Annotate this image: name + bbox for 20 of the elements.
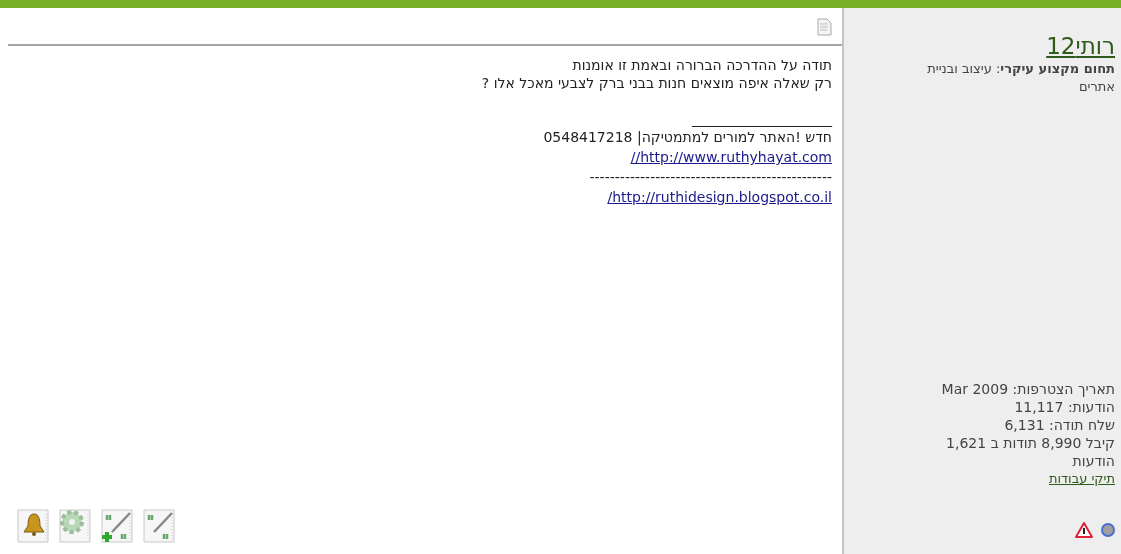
stat-text: תאריך הצטרפות: Mar 2009 [940, 380, 1115, 398]
warning-icon[interactable] [1075, 522, 1093, 538]
gear-icon[interactable] [58, 508, 94, 544]
portfolio-link[interactable]: תיקי עבודות [1048, 470, 1115, 488]
signature-text: ------------------------------------------------ [589, 168, 832, 186]
document-icon [816, 18, 832, 36]
stat-text: הודעות: 11,117 [1013, 398, 1115, 416]
bell-icon[interactable] [16, 508, 52, 544]
signature-link[interactable]: /http://ruthidesign.blogspot.co.il [607, 186, 832, 208]
signature-text: ____________________ [692, 110, 832, 128]
message-text: רק שאלה איפה מוצאים חנות בבני ברק לצבעי מאכל אלו ? [481, 74, 832, 92]
profession-text: תחום מקצוע עיקרי: עיצוב ובניית אתרים [926, 60, 1115, 96]
stat-text: שלח תודה: 6,131 [1003, 416, 1115, 434]
stat-text: קיבל 8,990 תודות ב 1,621 הודעות [945, 434, 1115, 470]
quote-add-icon[interactable] [100, 508, 136, 544]
message-text: תודה על ההדרכה הברורה ובאמת זו אומנות [572, 56, 832, 74]
quote-edit-icon[interactable] [142, 508, 178, 544]
username-link[interactable]: רותי12 [1046, 32, 1115, 60]
signature-text: חדש !האתר למורים למתמטיקה| 0548417218 [543, 128, 832, 146]
signature-link[interactable]: //http://www.ruthyhayat.com [630, 146, 832, 168]
